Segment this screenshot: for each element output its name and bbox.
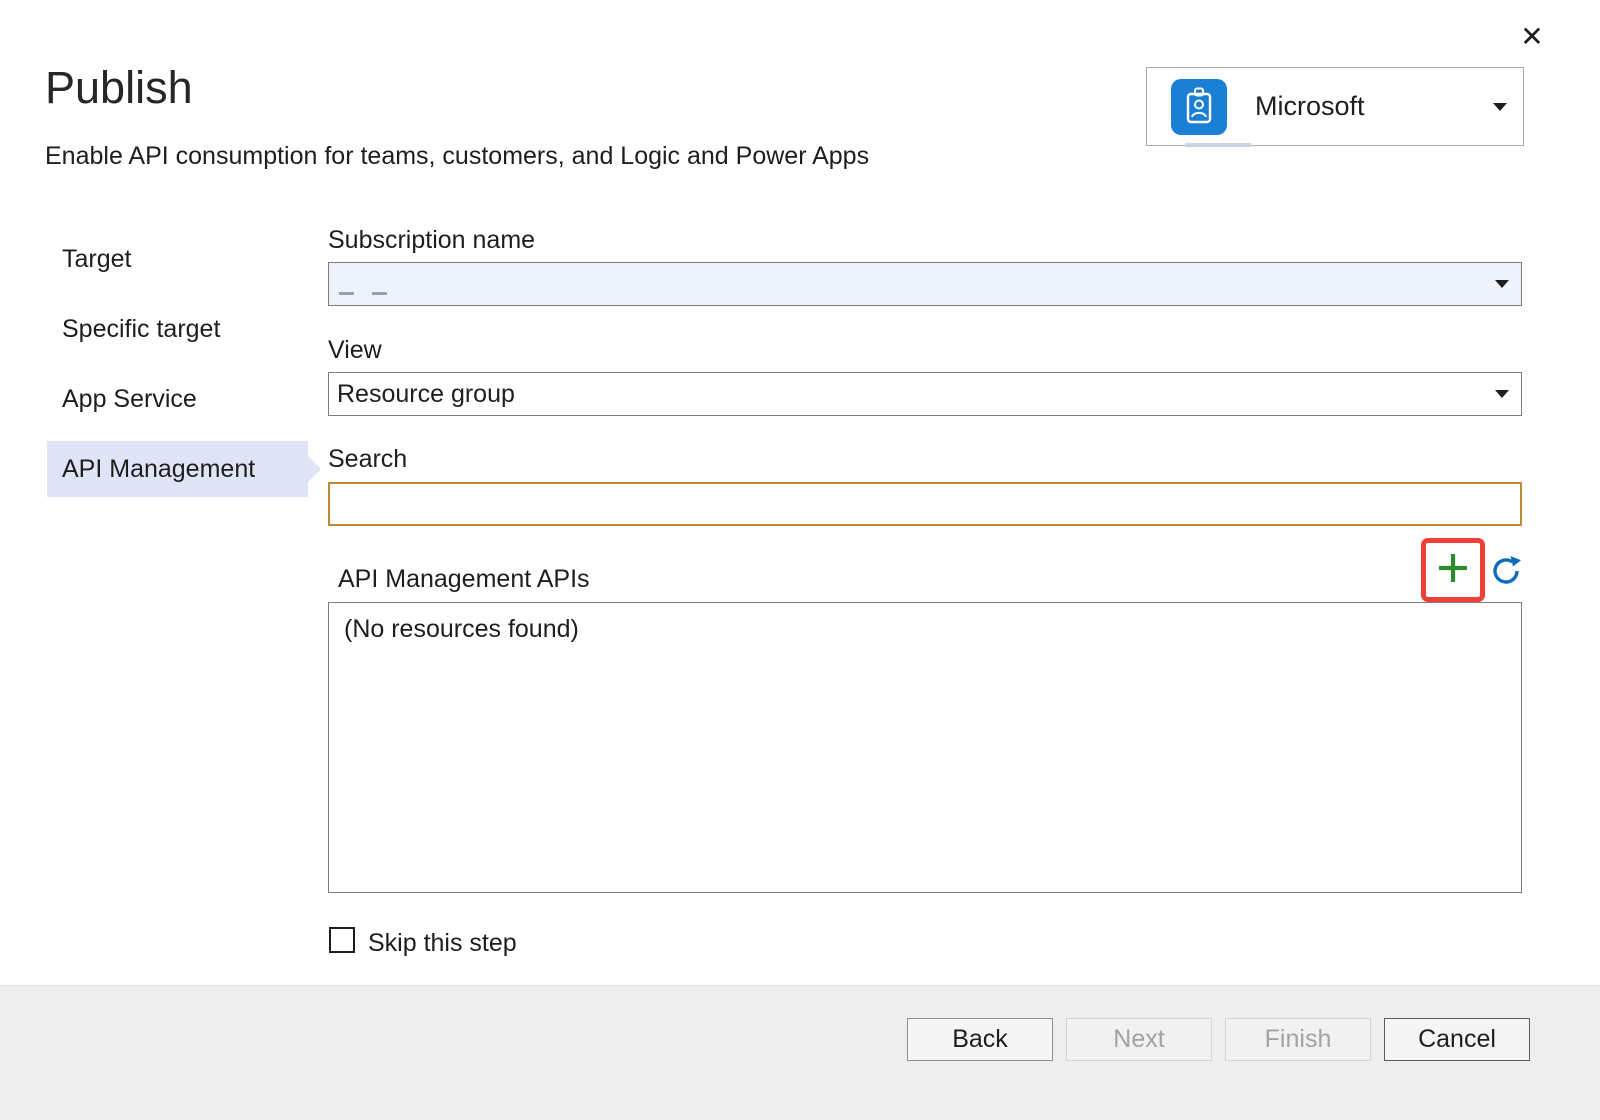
view-dropdown[interactable]: Resource group — [328, 372, 1522, 416]
cancel-button[interactable]: Cancel — [1384, 1018, 1530, 1061]
account-selector[interactable]: Microsoft — [1146, 67, 1524, 146]
step-specific-target[interactable]: Specific target — [47, 301, 308, 357]
next-button[interactable]: Next — [1066, 1018, 1212, 1061]
subscription-name-label: Subscription name — [328, 226, 535, 255]
footer-bar: Back Next Finish Cancel — [0, 985, 1600, 1120]
account-name: Microsoft — [1255, 91, 1493, 122]
search-label: Search — [328, 445, 407, 474]
back-button[interactable]: Back — [907, 1018, 1053, 1061]
page-subtitle: Enable API consumption for teams, custom… — [45, 142, 869, 171]
add-api-button[interactable] — [1435, 552, 1471, 588]
page-title: Publish — [45, 62, 193, 114]
search-input[interactable] — [328, 482, 1522, 526]
annotation-highlight-box — [1421, 538, 1485, 602]
close-icon[interactable]: ✕ — [1512, 16, 1552, 56]
publish-dialog: ✕ Publish Enable API consumption for tea… — [0, 0, 1600, 1120]
step-api-management[interactable]: API Management — [47, 441, 308, 497]
step-app-service[interactable]: App Service — [47, 371, 308, 427]
redacted-text — [1185, 143, 1251, 147]
empty-results-text: (No resources found) — [344, 615, 1521, 644]
finish-button[interactable]: Finish — [1225, 1018, 1371, 1061]
skip-step-label: Skip this step — [368, 929, 517, 958]
chevron-down-icon — [1495, 390, 1509, 398]
step-target[interactable]: Target — [47, 231, 308, 287]
skip-step-checkbox[interactable] — [329, 927, 355, 953]
refresh-icon — [1490, 574, 1522, 591]
view-label: View — [328, 336, 382, 365]
api-management-apis-label: API Management APIs — [338, 565, 590, 594]
chevron-down-icon — [1493, 103, 1507, 111]
redacted-text — [372, 292, 387, 295]
redacted-text — [339, 292, 354, 295]
subscription-name-dropdown[interactable] — [328, 262, 1522, 306]
refresh-button[interactable] — [1490, 555, 1522, 587]
plus-icon — [1435, 550, 1471, 591]
api-results-list[interactable]: (No resources found) — [328, 602, 1522, 893]
view-value: Resource group — [337, 380, 1495, 409]
account-badge-icon — [1171, 79, 1227, 135]
chevron-down-icon — [1495, 280, 1509, 288]
